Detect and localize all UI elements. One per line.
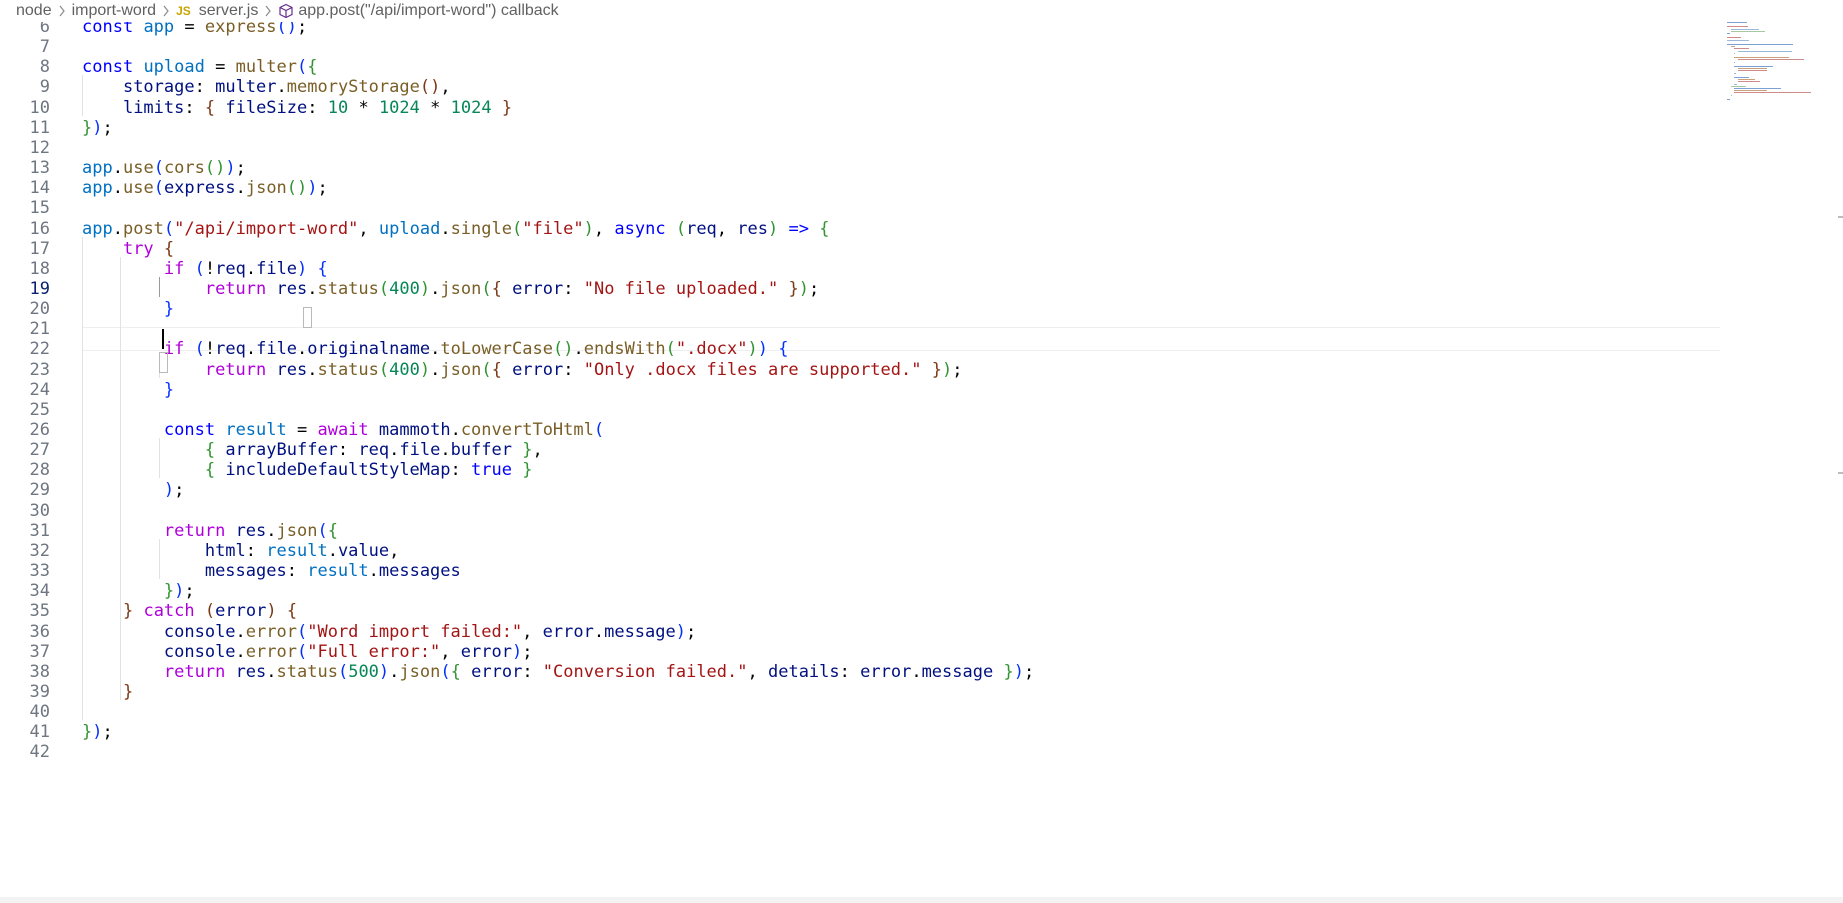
bracket-match-highlight: [303, 307, 312, 328]
minimap-line: [1737, 81, 1761, 83]
minimap-line: [1737, 50, 1792, 52]
minimap-line: [1727, 99, 1730, 100]
minimap-line: [1734, 52, 1736, 54]
minimap-line: [1727, 37, 1742, 39]
breadcrumb-item-server-js[interactable]: server.js: [199, 2, 259, 20]
scroll-position-marker: [1838, 472, 1843, 474]
minimap-line: [1730, 30, 1765, 32]
minimap-line: [1727, 44, 1793, 45]
minimap-line: [1734, 66, 1773, 67]
minimap-line: [1734, 57, 1790, 59]
minimap-line: [1734, 48, 1749, 50]
symbol-method-icon: [278, 3, 294, 19]
minimap-line: [1727, 22, 1747, 23]
minimap-line: [1730, 85, 1746, 87]
minimap-line: [1727, 39, 1749, 41]
minimap-line: [1734, 72, 1736, 74]
breadcrumb-item-import-word[interactable]: import-word: [72, 2, 156, 20]
minimap-line: [1727, 33, 1730, 34]
chevron-right-icon: [162, 4, 170, 18]
breadcrumb: node import-word JS server.js app.post("…: [0, 0, 1843, 22]
chevron-right-icon: [58, 4, 66, 18]
minimap-line: [1737, 68, 1768, 70]
minimap-line: [1734, 61, 1736, 63]
vertical-scrollbar[interactable]: [1838, 22, 1843, 903]
bracket-match-highlight: [159, 352, 168, 373]
code-editor[interactable]: 6 const app = express(); 7 8 const upload = …: [0, 0, 1843, 903]
js-file-icon: JS: [176, 4, 191, 18]
code-line[interactable]: 42: [0, 740, 1720, 764]
breadcrumb-item-node[interactable]: node: [16, 2, 52, 20]
horizontal-scrollbar-track[interactable]: [0, 897, 1843, 903]
minimap-line: [1734, 92, 1811, 94]
minimap[interactable]: [1727, 22, 1827, 122]
minimap-line: [1734, 88, 1781, 89]
minimap-line: [1737, 79, 1755, 81]
minimap-line: [1737, 70, 1767, 72]
minimap-line: [1734, 83, 1737, 85]
minimap-line: [1737, 59, 1805, 61]
minimap-line: [1730, 94, 1732, 96]
minimap-line: [1730, 46, 1736, 48]
scroll-position-marker: [1838, 216, 1843, 218]
minimap-line: [1730, 28, 1760, 30]
breadcrumb-item-callback[interactable]: app.post("/api/import-word") callback: [298, 2, 558, 20]
chevron-right-icon: [264, 4, 272, 18]
minimap-line: [1734, 77, 1750, 78]
minimap-line: [1734, 90, 1767, 92]
minimap-line: [1727, 26, 1748, 28]
line-number: 42: [29, 742, 50, 763]
text-cursor: [162, 329, 164, 349]
